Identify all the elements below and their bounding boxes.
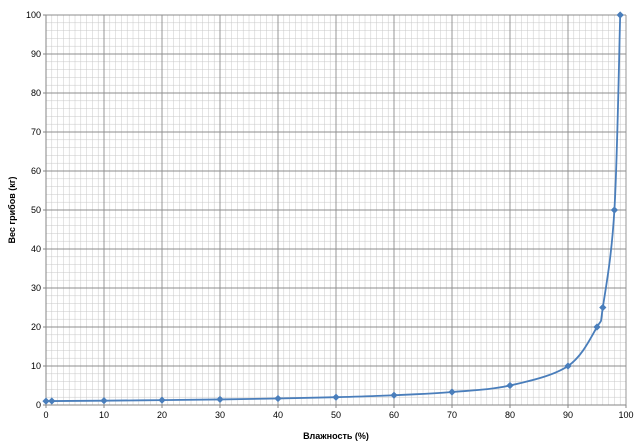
y-tick-label: 100 [26,10,41,20]
y-tick-label: 50 [31,205,41,215]
grid [45,14,627,406]
x-tick-label: 60 [389,410,399,420]
x-tick-label: 30 [215,410,225,420]
chart-svg: 0 10 20 30 40 50 60 70 80 90 100 0 10 20 30 40 50 60 70 80 9… [7,10,634,441]
x-tick-label: 90 [563,410,573,420]
y-tick-label: 10 [31,361,41,371]
x-tick-label: 40 [273,410,283,420]
x-tick-label: 80 [505,410,515,420]
chart: 0 10 20 30 40 50 60 70 80 90 100 0 10 20 30 40 50 60 70 80 9… [0,0,640,447]
y-axis-title: Вес грибов (кг) [7,176,17,243]
y-tick-label: 70 [31,127,41,137]
y-tick-label: 40 [31,244,41,254]
y-tick-label: 90 [31,49,41,59]
x-tick-label: 70 [447,410,457,420]
y-tick-label: 80 [31,88,41,98]
y-tick-label: 30 [31,283,41,293]
x-tick-label: 0 [43,410,48,420]
x-tick-label: 100 [618,410,633,420]
x-tick-label: 10 [99,410,109,420]
y-tick-label: 0 [36,400,41,410]
x-tick-label: 20 [157,410,167,420]
x-axis-title: Влажность (%) [303,431,369,441]
y-tick-label: 20 [31,322,41,332]
x-tick-label: 50 [331,410,341,420]
y-tick-label: 60 [31,166,41,176]
